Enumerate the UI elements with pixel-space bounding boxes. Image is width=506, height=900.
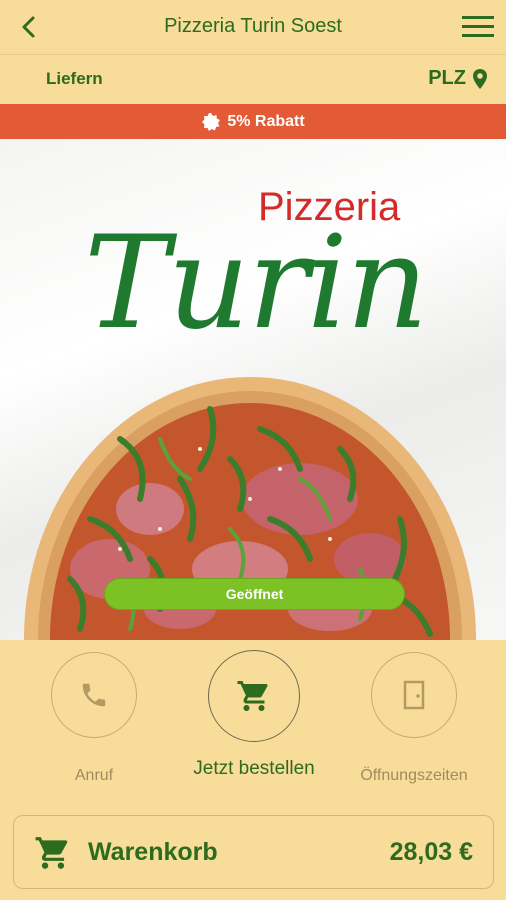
delivery-bar: Liefern PLZ (0, 56, 506, 104)
order-action[interactable]: Jetzt bestellen (193, 650, 315, 780)
hero-image: Pizzeria Turin (0, 139, 506, 640)
top-bar: Pizzeria Turin Soest (0, 0, 506, 55)
location-pin-icon (473, 68, 487, 89)
hours-label: Öffnungszeiten (360, 767, 468, 784)
plz-label: PLZ (428, 67, 466, 89)
cart-bar[interactable]: Warenkorb 28,03 € (13, 815, 494, 889)
phone-icon (82, 683, 106, 707)
call-label: Anruf (74, 767, 114, 784)
menu-button[interactable] (460, 12, 496, 42)
hours-circle (371, 652, 457, 738)
cart-icon (35, 837, 68, 869)
delivery-mode-toggle[interactable]: Liefern (46, 69, 103, 89)
cart-icon (237, 681, 268, 711)
open-status-button[interactable]: Geöffnet (104, 578, 405, 610)
page-title: Pizzeria Turin Soest (164, 15, 342, 37)
call-circle (51, 652, 137, 738)
cart-total: 28,03 € (389, 838, 473, 866)
logo-turin: Turin (84, 209, 428, 358)
order-label: Jetzt bestellen (193, 758, 315, 779)
discount-banner[interactable]: 5% Rabatt (0, 104, 506, 139)
hamburger-icon (462, 16, 494, 37)
call-action[interactable]: Anruf (49, 652, 139, 785)
badge-icon (202, 112, 221, 131)
plz-selector[interactable]: PLZ (428, 67, 488, 90)
door-icon (403, 680, 425, 710)
discount-text: 5% Rabatt (227, 112, 305, 130)
cart-label: Warenkorb (88, 838, 218, 866)
order-circle (208, 650, 300, 742)
quick-actions: Anruf Jetzt bestellen Öffnungszeiten (0, 640, 506, 800)
hours-action[interactable]: Öffnungszeiten (360, 652, 468, 785)
